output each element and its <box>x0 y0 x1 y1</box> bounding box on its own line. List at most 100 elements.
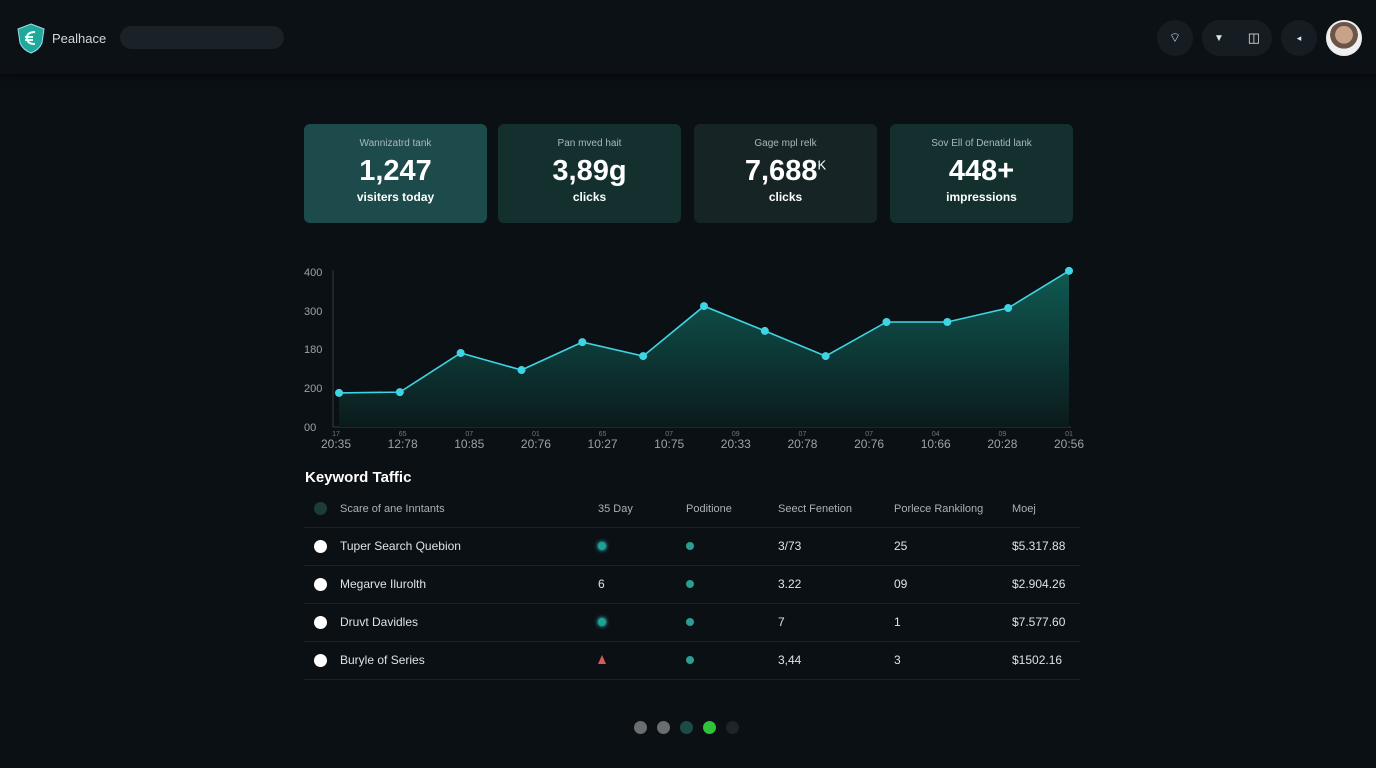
table-row[interactable]: Druvt Davidles 7 1 $7.577.60 <box>304 603 1080 641</box>
y-tick-label: 00 <box>304 422 316 434</box>
user-avatar[interactable] <box>1326 20 1362 56</box>
column-header[interactable]: Poditione <box>686 491 778 527</box>
table-row[interactable]: Buryle of Series 3,44 3 $1502.16 <box>304 641 1080 679</box>
data-point[interactable] <box>822 352 830 360</box>
data-point[interactable] <box>578 338 586 346</box>
stat-sublabel: visiters today <box>304 190 487 204</box>
pagination-dots <box>634 721 739 734</box>
page-dot[interactable] <box>703 721 716 734</box>
x-tick-label: 20:56 <box>1054 437 1084 451</box>
position-dot-icon <box>686 618 694 626</box>
money-value: $7.577.60 <box>1012 603 1080 641</box>
row-radio[interactable] <box>314 578 327 591</box>
x-tick-label: 20:76 <box>521 437 551 451</box>
column-header[interactable]: Moej <box>1012 491 1080 527</box>
column-header[interactable]: Seect Fenetion <box>778 491 894 527</box>
stat-label: Pan mved hait <box>498 138 681 149</box>
keyword-name: Tuper Search Quebion <box>340 527 598 565</box>
row-radio[interactable] <box>314 616 327 629</box>
status-dot-icon <box>598 618 606 626</box>
money-value: $5.317.88 <box>1012 527 1080 565</box>
stat-card[interactable]: Pan mved hait 3,89g clicks <box>498 124 681 223</box>
data-point[interactable] <box>518 366 526 374</box>
table-row[interactable]: Tuper Search Quebion 3/73 25 $5.317.88 <box>304 527 1080 565</box>
stat-sublabel: impressions <box>890 190 1073 204</box>
stat-suffix: K <box>817 157 826 172</box>
table-header-row: Scare of ane Inntants 35 Day Poditione S… <box>304 491 1080 527</box>
stat-label: Sov Ell of Denatid lank <box>890 138 1073 149</box>
x-tick-label: 20:35 <box>321 437 351 451</box>
page-dot[interactable] <box>634 721 647 734</box>
data-point[interactable] <box>700 302 708 310</box>
position-dot-icon <box>686 656 694 664</box>
data-point[interactable] <box>457 349 465 357</box>
money-value: $1502.16 <box>1012 641 1080 679</box>
back-button[interactable]: ◂ <box>1281 20 1317 56</box>
data-point[interactable] <box>396 388 404 396</box>
stat-value: 7,688K <box>694 155 877 188</box>
x-tick-label: 12:78 <box>388 437 418 451</box>
x-tick-label: 20:76 <box>854 437 884 451</box>
stat-value: 448+ <box>890 155 1073 188</box>
keyword-name: Megarve Ilurolth <box>340 565 598 603</box>
row-radio[interactable] <box>314 654 327 667</box>
money-value: $2.904.26 <box>1012 565 1080 603</box>
rank-value: 25 <box>894 527 1012 565</box>
wifi-icon: ⌔ <box>1169 30 1181 46</box>
x-tick-label: 10:85 <box>454 437 484 451</box>
search-input[interactable] <box>120 26 284 49</box>
alert-triangle-icon <box>598 655 606 664</box>
select-all-radio[interactable] <box>314 502 327 515</box>
data-point[interactable] <box>883 318 891 326</box>
area-fill <box>339 271 1069 427</box>
stat-card[interactable]: Gage mpl relk 7,688K clicks <box>694 124 877 223</box>
select-function-value: 7 <box>778 603 894 641</box>
stat-label: Gage mpl relk <box>694 138 877 149</box>
y-tick-label: 400 <box>304 267 322 279</box>
data-point[interactable] <box>1004 304 1012 312</box>
data-point[interactable] <box>335 389 343 397</box>
data-point[interactable] <box>1065 267 1073 275</box>
y-tick-label: 180 <box>304 344 322 356</box>
stat-sublabel: clicks <box>498 190 681 204</box>
page-dot[interactable] <box>680 721 693 734</box>
keyword-name: Buryle of Series <box>340 641 598 679</box>
row-radio[interactable] <box>314 540 327 553</box>
keyword-name: Druvt Davidles <box>340 603 598 641</box>
shield-logo-icon <box>15 22 47 54</box>
wifi-button[interactable]: ⌔ <box>1157 20 1193 56</box>
page-dot[interactable] <box>657 721 670 734</box>
section-title: Keyword Taffic <box>305 469 411 486</box>
data-point[interactable] <box>943 318 951 326</box>
view-toggle-group[interactable]: ▼◫ <box>1202 20 1272 56</box>
rank-value: 3 <box>894 641 1012 679</box>
stat-value: 1,247 <box>304 155 487 188</box>
column-header[interactable]: Scare of ane Inntants <box>340 491 598 527</box>
day-value: 6 <box>598 577 605 591</box>
status-dot-icon <box>598 542 606 550</box>
x-tick-label: 20:28 <box>987 437 1017 451</box>
columns-icon[interactable]: ◫ <box>1248 30 1260 46</box>
data-point[interactable] <box>639 352 647 360</box>
traffic-chart: 400300180200001720:356512:780710:850120:… <box>300 260 1100 455</box>
data-point[interactable] <box>761 327 769 335</box>
y-tick-label: 200 <box>304 383 322 395</box>
y-tick-label: 300 <box>304 306 322 318</box>
position-dot-icon <box>686 580 694 588</box>
page-dot[interactable] <box>726 721 739 734</box>
position-dot-icon <box>686 542 694 550</box>
select-function-value: 3,44 <box>778 641 894 679</box>
stat-card[interactable]: Sov Ell of Denatid lank 448+ impressions <box>890 124 1073 223</box>
select-function-value: 3/73 <box>778 527 894 565</box>
column-header[interactable]: 35 Day <box>598 491 686 527</box>
stat-card[interactable]: Wannizatrd tank 1,247 visiters today <box>304 124 487 223</box>
column-header[interactable]: Porlece Rankilong <box>894 491 1012 527</box>
stat-sublabel: clicks <box>694 190 877 204</box>
stat-value: 3,89g <box>498 155 681 188</box>
top-bar: Pealhace ⌔ ▼◫ ◂ <box>0 0 1376 74</box>
chevron-down-icon[interactable]: ▼ <box>1214 33 1224 44</box>
x-tick-label: 10:27 <box>588 437 618 451</box>
table-row[interactable]: Megarve Ilurolth 6 3.22 09 $2.904.26 <box>304 565 1080 603</box>
select-function-value: 3.22 <box>778 565 894 603</box>
rank-value: 09 <box>894 565 1012 603</box>
